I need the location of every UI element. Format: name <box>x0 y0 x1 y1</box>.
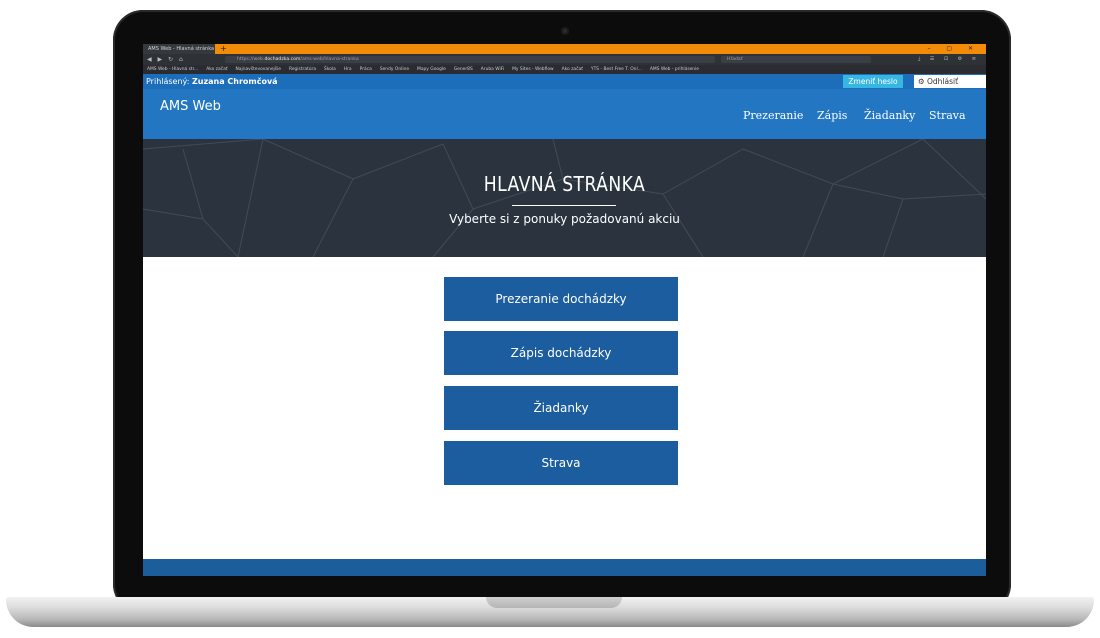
page-subtitle: Vyberte si z ponuky požadovanú akciu <box>449 212 680 226</box>
bookmark-item[interactable]: Najnavštevovanejšie <box>236 67 281 72</box>
url-domain: dochadzka.com <box>264 57 301 62</box>
bookmark-item[interactable]: Gener8S <box>454 67 473 72</box>
window-controls[interactable]: – ▢ ✕ <box>927 44 980 54</box>
bookmark-item[interactable]: Škola <box>324 67 336 72</box>
laptop-notch <box>486 597 622 608</box>
browser-tab-bar: AMS Web - Hlavná stránka + – ▢ ✕ <box>143 44 986 54</box>
title-divider <box>512 205 616 206</box>
browser-toolbar: ◀ ▶ ↻ ⌂ https://web.dochadzka.com/ams-we… <box>143 54 986 65</box>
browser-tab[interactable]: AMS Web - Hlavná stránka <box>143 44 215 54</box>
logged-label: Prihlásený: <box>146 77 190 86</box>
bookmark-item[interactable]: My Sites - Webflow <box>512 67 554 72</box>
bookmark-item[interactable]: Aruba WiFi <box>481 67 504 72</box>
attendance-entry-button[interactable]: Zápis dochádzky <box>444 331 678 375</box>
logout-button[interactable]: ⚙ Odhlásiť <box>914 75 986 88</box>
hero-banner: HLAVNÁ STRÁNKA Vyberte si z ponuky požad… <box>143 139 986 257</box>
logged-in-info: Prihlásený: Zuzana Chromčová <box>146 74 278 89</box>
nav-item-ziadanky[interactable]: Žiadanky <box>864 109 915 122</box>
url-prefix: https://web. <box>237 57 265 62</box>
main-navbar: AMS Web Prezeranie Zápis Žiadanky Strava <box>143 89 986 139</box>
bookmark-item[interactable]: Práca <box>360 67 372 72</box>
nav-item-zapis[interactable]: Zápis <box>817 109 847 122</box>
bookmark-item[interactable]: AMS Web - Hlavná str... <box>147 67 198 72</box>
bookmark-item[interactable]: Registratúra <box>289 67 316 72</box>
new-tab-icon[interactable]: + <box>220 44 227 54</box>
laptop-base <box>6 597 1094 627</box>
bookmark-item[interactable]: Ako začať <box>206 67 227 72</box>
change-password-button[interactable]: Zmeniť heslo <box>843 75 903 88</box>
bookmark-item[interactable]: AMS Web - prihlásenie <box>650 67 699 72</box>
toolbar-icons[interactable]: ⤓ ☰ ⊡ ⚙ ≡ <box>918 54 980 65</box>
bookmark-item[interactable]: Mapy Google <box>417 67 446 72</box>
laptop-screen: AMS Web - Hlavná stránka + – ▢ ✕ ◀ ▶ ↻ ⌂… <box>143 44 986 576</box>
browser-search-input[interactable]: Hľadať <box>721 56 871 63</box>
url-path: /ams-web/hlavna-stranka <box>300 57 359 62</box>
bookmark-item[interactable]: Sendy Online <box>380 67 409 72</box>
nav-item-prezeranie[interactable]: Prezeranie <box>743 109 803 122</box>
user-name: Zuzana Chromčová <box>191 77 278 86</box>
gear-icon: ⚙ <box>918 77 925 86</box>
bookmark-item[interactable]: Ako začať <box>562 67 583 72</box>
requests-button[interactable]: Žiadanky <box>444 386 678 430</box>
bookmark-item[interactable]: YTS - Best Free T. Onl... <box>591 67 642 72</box>
bookmark-item[interactable]: Hra <box>344 67 352 72</box>
brand-logo[interactable]: AMS Web <box>160 89 221 125</box>
browser-nav-icons[interactable]: ◀ ▶ ↻ ⌂ <box>147 54 185 65</box>
page-footer <box>143 559 986 576</box>
meals-button[interactable]: Strava <box>444 441 678 485</box>
bookmarks-bar: AMS Web - Hlavná str... Ako začať Najnavšt… <box>143 65 986 74</box>
page-title: HLAVNÁ STRÁNKA <box>483 172 646 196</box>
laptop-camera <box>561 27 569 35</box>
logout-label: Odhlásiť <box>927 77 959 86</box>
user-bar: Prihlásený: Zuzana Chromčová Zmeniť hesl… <box>143 74 986 89</box>
hero-pattern <box>143 139 986 257</box>
url-bar[interactable]: https://web.dochadzka.com/ams-web/hlavna… <box>225 56 715 63</box>
nav-item-strava[interactable]: Strava <box>929 109 966 122</box>
attendance-view-button[interactable]: Prezeranie dochádzky <box>444 277 678 321</box>
